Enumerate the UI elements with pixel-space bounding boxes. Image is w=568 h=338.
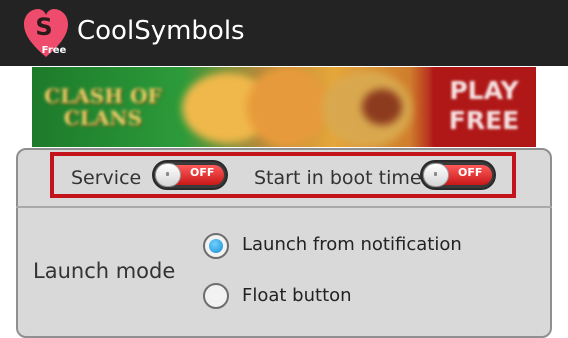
radio-launch-from-notification[interactable] xyxy=(203,233,229,259)
banner-cta-line1: PLAY xyxy=(449,76,519,105)
banner-cta-line2: FREE xyxy=(448,106,520,135)
boot-toggle[interactable]: OFF xyxy=(420,160,496,190)
banner-play-free[interactable]: PLAY FREE xyxy=(432,67,536,147)
option-float-button[interactable]: Float button xyxy=(242,284,352,308)
banner-art xyxy=(247,67,327,147)
card-divider xyxy=(16,206,552,208)
boot-toggle-state: OFF xyxy=(458,166,483,179)
radio-float-button[interactable] xyxy=(203,283,229,309)
toggle-knob[interactable] xyxy=(423,163,449,187)
service-toggle[interactable]: OFF xyxy=(152,160,228,190)
toggle-knob[interactable] xyxy=(155,163,181,187)
knob-grip-icon xyxy=(166,172,169,176)
service-label: Service xyxy=(71,167,142,189)
radio-selected-dot xyxy=(209,239,223,253)
launch-mode-label: Launch mode xyxy=(33,259,176,283)
knob-grip-icon xyxy=(434,172,437,176)
banner-game-logo: CLASH OF CLANS xyxy=(44,84,162,130)
app-title: CoolSymbols xyxy=(77,16,245,46)
heart-s-logo-icon[interactable]: S Free xyxy=(22,5,70,61)
ad-banner[interactable]: CLASH OF CLANS PLAY FREE xyxy=(32,67,536,147)
logo-sub: Free xyxy=(42,45,67,56)
banner-art xyxy=(362,89,402,125)
service-toggle-state: OFF xyxy=(190,166,215,179)
action-bar: S Free CoolSymbols xyxy=(0,0,568,66)
option-launch-from-notification[interactable]: Launch from notification xyxy=(242,233,462,257)
boot-label: Start in boot time xyxy=(254,167,422,189)
logo-letter: S xyxy=(35,13,52,41)
